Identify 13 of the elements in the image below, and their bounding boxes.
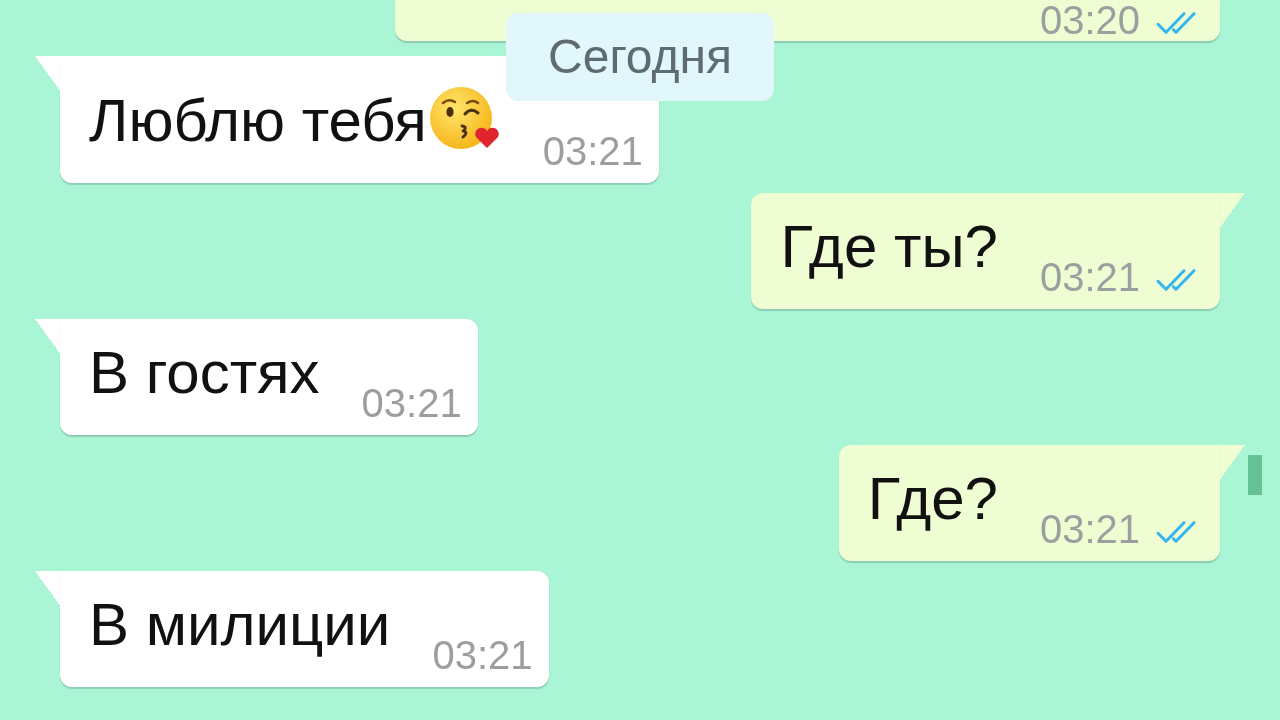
scrollbar-thumb bbox=[1248, 455, 1262, 495]
message-time: 03:21 bbox=[1039, 257, 1140, 297]
message-text: Где? bbox=[867, 464, 998, 533]
message-time: 03:21 bbox=[432, 635, 533, 675]
message-time: 03:21 bbox=[542, 131, 643, 171]
message-time: 03:20 bbox=[1039, 0, 1140, 40]
message-text: Где ты? bbox=[780, 212, 998, 281]
message-text: В милиции bbox=[89, 590, 391, 659]
message-text: Люблю тебя bbox=[89, 86, 427, 155]
message-time: 03:21 bbox=[361, 383, 462, 423]
message-time: 03:21 bbox=[1039, 509, 1140, 549]
date-chip: Сегодня bbox=[506, 13, 774, 101]
message-text: В гостях bbox=[89, 338, 320, 407]
